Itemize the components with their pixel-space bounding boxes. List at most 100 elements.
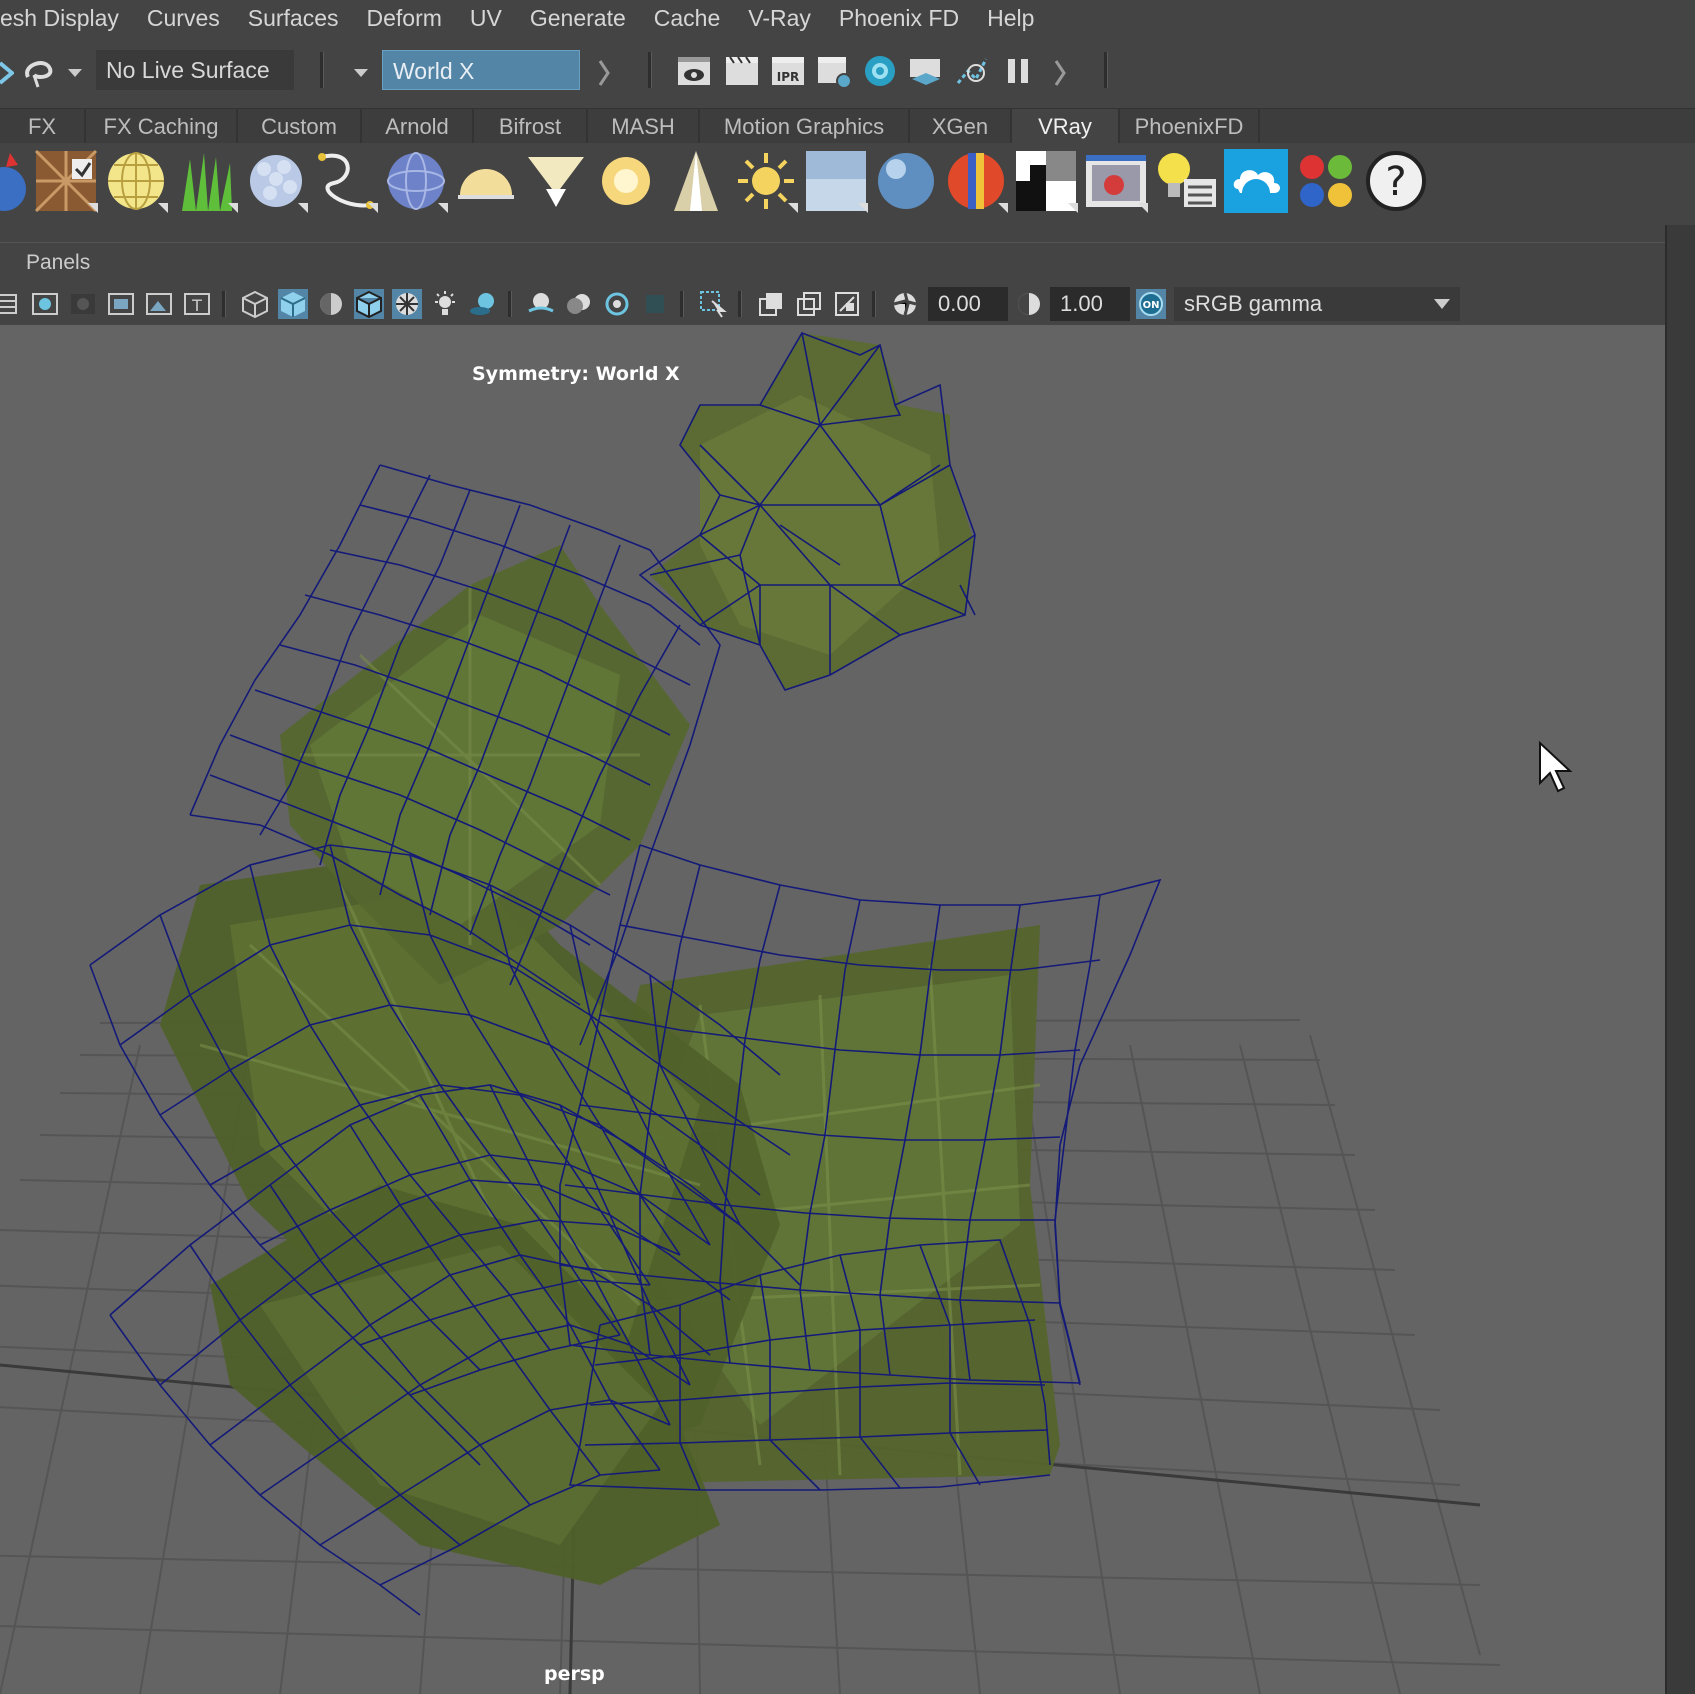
blinn-sphere-icon[interactable]: [874, 149, 938, 213]
camera-icon[interactable]: [30, 289, 60, 319]
film-gate-icon[interactable]: [106, 289, 136, 319]
tab-vray[interactable]: VRay: [1012, 109, 1120, 143]
view-transform-toggle[interactable]: ON: [1136, 289, 1166, 319]
sun-icon[interactable]: [734, 149, 798, 213]
batch-render-icon[interactable]: [908, 53, 944, 89]
menu-phoenix-fd[interactable]: Phoenix FD: [825, 5, 973, 32]
blue-sphere-icon[interactable]: [384, 149, 448, 213]
gamma-field[interactable]: 1.00: [1050, 287, 1130, 321]
dome-sphere-icon[interactable]: [104, 149, 168, 213]
exposure-icon[interactable]: [890, 289, 920, 319]
exposure-field[interactable]: 0.00: [928, 287, 1008, 321]
on-label: ON: [1143, 300, 1160, 311]
image-plane-icon[interactable]: [144, 289, 174, 319]
shadows-icon[interactable]: [468, 289, 498, 319]
fur-icon[interactable]: [174, 149, 238, 213]
menu-mesh-display[interactable]: esh Display: [0, 5, 133, 32]
spot-light-icon[interactable]: [524, 149, 588, 213]
anti-aliasing-icon[interactable]: [602, 289, 632, 319]
vray-shelf: ?: [0, 143, 1695, 221]
render-settings-icon[interactable]: [816, 53, 852, 89]
scene-canvas[interactable]: [0, 325, 1665, 1694]
panels-menu[interactable]: Panels: [26, 251, 90, 275]
menu-cache[interactable]: Cache: [640, 5, 734, 32]
tab-mash[interactable]: MASH: [588, 109, 700, 143]
menu-generate[interactable]: Generate: [516, 5, 640, 32]
arrow-right-icon[interactable]: [1054, 55, 1068, 91]
tab-custom[interactable]: Custom: [238, 109, 362, 143]
default-material-icon[interactable]: [316, 289, 346, 319]
render-frame-icon[interactable]: [724, 53, 760, 89]
render-view-icon[interactable]: [676, 53, 712, 89]
menu-surfaces[interactable]: Surfaces: [234, 5, 353, 32]
wireframe-on-shaded-icon[interactable]: [354, 289, 384, 319]
isolate-select-icon[interactable]: [698, 289, 728, 319]
curve-icon[interactable]: [314, 149, 378, 213]
mouse-cursor-icon: [1539, 740, 1573, 793]
flag-sphere-icon[interactable]: [944, 149, 1008, 213]
lasso-icon[interactable]: [20, 55, 56, 91]
gamma-icon[interactable]: [1014, 289, 1044, 319]
xray-icon[interactable]: [756, 289, 786, 319]
tab-fx-caching[interactable]: FX Caching: [86, 109, 238, 143]
divider: [320, 52, 324, 88]
lights-icon[interactable]: [430, 289, 460, 319]
xray-components-icon[interactable]: [832, 289, 862, 319]
svg-text:T: T: [191, 296, 202, 315]
pause-icon[interactable]: [1000, 53, 1036, 89]
sphere-light-icon[interactable]: [594, 149, 658, 213]
sphere-fade-icon[interactable]: [244, 149, 308, 213]
divider: [1104, 52, 1108, 88]
chevron-down-icon[interactable]: [66, 55, 84, 91]
symmetry-dropdown[interactable]: World X: [382, 50, 580, 90]
right-panel-edge: [1665, 225, 1695, 1694]
main-menu-bar: esh Display Curves Surfaces Deform UV Ge…: [0, 0, 1695, 36]
tab-phoenixfd[interactable]: PhoenixFD: [1120, 109, 1260, 143]
tab-fx[interactable]: FX: [0, 109, 86, 143]
light-lister-icon[interactable]: [1154, 149, 1218, 213]
ies-light-icon[interactable]: [664, 149, 728, 213]
xray-joints-icon[interactable]: [794, 289, 824, 319]
vray-render-icon[interactable]: [862, 53, 898, 89]
smooth-shade-icon[interactable]: [278, 289, 308, 319]
ambient-occlusion-icon[interactable]: [526, 289, 556, 319]
2d-pan-zoom-icon[interactable]: T: [182, 289, 212, 319]
divider: [738, 291, 742, 317]
lock-camera-icon[interactable]: [68, 289, 98, 319]
checker-icon[interactable]: [1014, 149, 1078, 213]
tab-arnold[interactable]: Arnold: [362, 109, 474, 143]
textured-icon[interactable]: [392, 289, 422, 319]
live-surface-field[interactable]: No Live Surface: [96, 50, 294, 90]
vray-ipr-icon[interactable]: [954, 53, 990, 89]
plane-light-icon[interactable]: [804, 149, 868, 213]
3d-viewport[interactable]: Symmetry: World X persp: [0, 325, 1665, 1694]
menu-help[interactable]: Help: [973, 5, 1048, 32]
depth-of-field-icon[interactable]: [640, 289, 670, 319]
frame-buffer-icon[interactable]: [1084, 149, 1148, 213]
chevron-down-icon[interactable]: [352, 55, 370, 91]
arrow-icon[interactable]: [0, 55, 14, 91]
menu-curves[interactable]: Curves: [133, 5, 234, 32]
vray-light-icon[interactable]: [0, 149, 34, 213]
menu-vray[interactable]: V-Ray: [734, 5, 825, 32]
multi-sphere-icon[interactable]: [1294, 149, 1358, 213]
tab-xgen[interactable]: XGen: [910, 109, 1012, 143]
menu-uv[interactable]: UV: [456, 5, 516, 32]
color-space-dropdown[interactable]: sRGB gamma: [1174, 287, 1460, 321]
panel-menu-bar: Panels: [0, 242, 1665, 283]
motion-blur-icon[interactable]: [564, 289, 594, 319]
wireframe-cube-icon[interactable]: [240, 289, 270, 319]
arrow-right-icon[interactable]: [598, 55, 612, 91]
camera-attributes-icon[interactable]: [0, 289, 20, 319]
dome-light-icon[interactable]: [454, 149, 518, 213]
cloud-icon[interactable]: [1224, 149, 1288, 213]
color-space-label: sRGB gamma: [1184, 291, 1323, 316]
tab-motion-graphics[interactable]: Motion Graphics: [700, 109, 910, 143]
tab-bifrost[interactable]: Bifrost: [474, 109, 588, 143]
divider: [648, 52, 652, 88]
help-icon[interactable]: ?: [1364, 149, 1428, 213]
vray-material-icon[interactable]: [34, 149, 98, 213]
ipr-render-icon[interactable]: IPR: [770, 53, 806, 89]
chevron-down-icon: [1434, 299, 1450, 309]
menu-deform[interactable]: Deform: [353, 5, 456, 32]
